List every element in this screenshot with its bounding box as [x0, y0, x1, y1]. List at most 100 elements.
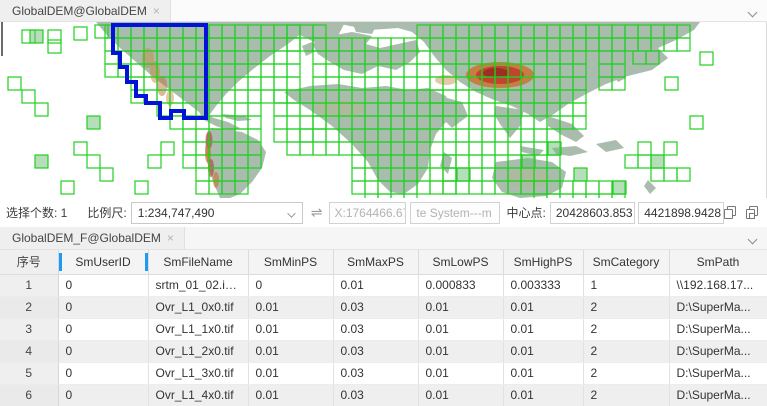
dem-tile-cell[interactable]	[404, 64, 417, 77]
dem-tile-cell[interactable]	[417, 64, 430, 77]
dem-tile-cell[interactable]	[30, 30, 43, 43]
row-number-cell[interactable]: 6	[0, 384, 58, 406]
dem-tile-cell[interactable]	[651, 155, 664, 168]
dem-tile-cell[interactable]	[261, 90, 274, 103]
dem-tile-cell[interactable]	[274, 129, 287, 142]
dem-tile-cell[interactable]	[196, 168, 209, 181]
dem-tile-cell[interactable]	[222, 103, 235, 116]
dem-tile-cell[interactable]	[469, 116, 482, 129]
close-icon[interactable]: ×	[167, 232, 174, 244]
panel-collapse-button[interactable]	[749, 232, 757, 240]
tab-attribute-table[interactable]: GlobalDEM_F@GlobalDEM ×	[0, 227, 185, 249]
dem-tile-cell[interactable]	[274, 64, 287, 77]
dem-tile-cell[interactable]	[248, 116, 261, 129]
table-cell[interactable]: 0	[58, 296, 148, 318]
table-cell[interactable]: srtm_01_02.img	[148, 274, 248, 296]
table-cell[interactable]: 0	[58, 274, 148, 296]
dem-tile-cell[interactable]	[300, 129, 313, 142]
swap-axes-icon[interactable]: ⇌	[311, 204, 323, 221]
table-cell[interactable]: 0.003333	[503, 274, 583, 296]
table-row[interactable]: 40Ovr_L1_2x0.tif0.010.030.010.012D:\Supe…	[0, 340, 767, 362]
table-cell[interactable]: 0.01	[418, 318, 503, 340]
dem-tile-cell[interactable]	[469, 129, 482, 142]
dem-tile-cell[interactable]	[35, 103, 48, 116]
dem-tile-cell[interactable]	[339, 142, 352, 155]
dem-tile-cell[interactable]	[417, 181, 430, 194]
dem-tile-cell[interactable]	[48, 30, 61, 43]
dem-tile-cell[interactable]	[183, 142, 196, 155]
dem-tile-cell[interactable]	[61, 181, 74, 194]
dem-tile-cell[interactable]	[456, 155, 469, 168]
dem-tile-cell[interactable]	[521, 129, 534, 142]
dem-tile-cell[interactable]	[404, 77, 417, 90]
dem-tile-cell[interactable]	[430, 168, 443, 181]
table-cell[interactable]: 0.01	[503, 362, 583, 384]
dem-tile-cell[interactable]	[365, 181, 378, 194]
table-cell[interactable]: 0.000833	[418, 274, 503, 296]
table-cell[interactable]: D:\SuperMa...	[669, 318, 767, 340]
dem-tile-cell[interactable]	[599, 181, 612, 194]
dem-tile-cell[interactable]	[248, 103, 261, 116]
dem-tile-cell[interactable]	[287, 64, 300, 77]
dem-tile-cell[interactable]	[469, 155, 482, 168]
table-cell[interactable]: 0.01	[248, 384, 333, 406]
panel-collapse-button[interactable]	[749, 5, 757, 13]
table-cell[interactable]: 2	[583, 340, 669, 362]
table-cell[interactable]: 0.01	[418, 340, 503, 362]
dem-tile-cell[interactable]	[365, 194, 378, 198]
dem-tile-cell[interactable]	[482, 103, 495, 116]
table-cell[interactable]: 2	[583, 296, 669, 318]
dem-tile-cell[interactable]	[274, 51, 287, 64]
table-cell[interactable]: 0.01	[503, 296, 583, 318]
copy-coordinates-icon[interactable]	[746, 206, 759, 220]
dem-tile-cell[interactable]	[235, 90, 248, 103]
table-cell[interactable]: 0.01	[248, 340, 333, 362]
dem-tile-cell[interactable]	[574, 168, 587, 181]
table-cell[interactable]: 0.01	[503, 384, 583, 406]
dem-tile-cell[interactable]	[287, 103, 300, 116]
dem-tile-cell[interactable]	[443, 181, 456, 194]
dem-tile-cell[interactable]	[469, 168, 482, 181]
dem-tile-cell[interactable]	[586, 181, 599, 194]
dem-tile-cell[interactable]	[638, 155, 651, 168]
dem-tile-cell[interactable]	[87, 116, 100, 129]
dem-tile-cell[interactable]	[248, 90, 261, 103]
table-cell[interactable]: 2	[583, 384, 669, 406]
dem-tile-cell[interactable]	[482, 142, 495, 155]
dem-tile-cell[interactable]	[248, 77, 261, 90]
dem-tile-cell[interactable]	[664, 168, 677, 181]
dem-tile-cell[interactable]	[74, 142, 87, 155]
table-cell[interactable]: 0.03	[333, 362, 418, 384]
table-cell[interactable]: D:\SuperMa...	[669, 340, 767, 362]
table-row[interactable]: 20Ovr_L1_0x0.tif0.010.030.010.012D:\Supe…	[0, 296, 767, 318]
table-cell[interactable]: 2	[583, 318, 669, 340]
dem-tile-cell[interactable]	[74, 27, 87, 40]
dem-tile-cell[interactable]	[235, 103, 248, 116]
dem-tile-cell[interactable]	[482, 129, 495, 142]
dem-tile-cell[interactable]	[573, 181, 586, 194]
dem-tile-cell[interactable]	[586, 194, 599, 198]
dem-tile-cell[interactable]	[287, 142, 300, 155]
dem-tile-cell[interactable]	[300, 116, 313, 129]
table-cell[interactable]: 0.01	[503, 318, 583, 340]
table-cell[interactable]: D:\SuperMa...	[669, 296, 767, 318]
dem-tile-cell[interactable]	[625, 155, 638, 168]
center-x-input[interactable]: 20428603.853	[550, 202, 635, 224]
table-cell[interactable]: D:\SuperMa...	[669, 384, 767, 406]
dem-tile-cell[interactable]	[443, 129, 456, 142]
dem-tile-cell[interactable]	[313, 64, 326, 77]
dem-tile-cell[interactable]	[482, 116, 495, 129]
dem-tile-cell[interactable]	[456, 181, 469, 194]
table-cell[interactable]: 0.01	[503, 340, 583, 362]
column-header-SmUserID[interactable]: SmUserID	[58, 250, 148, 274]
table-cell[interactable]: 0.01	[248, 296, 333, 318]
dem-tile-cell[interactable]	[404, 194, 417, 198]
dem-tile-cell[interactable]	[391, 194, 404, 198]
dem-tile-cell[interactable]	[547, 194, 560, 198]
dem-tile-cell[interactable]	[274, 77, 287, 90]
dem-tile-cell[interactable]	[261, 64, 274, 77]
dem-tile-cell[interactable]	[599, 194, 612, 198]
dem-tile-cell[interactable]	[274, 116, 287, 129]
dem-tile-cell[interactable]	[495, 142, 508, 155]
column-header-SmCategory[interactable]: SmCategory	[583, 250, 669, 274]
